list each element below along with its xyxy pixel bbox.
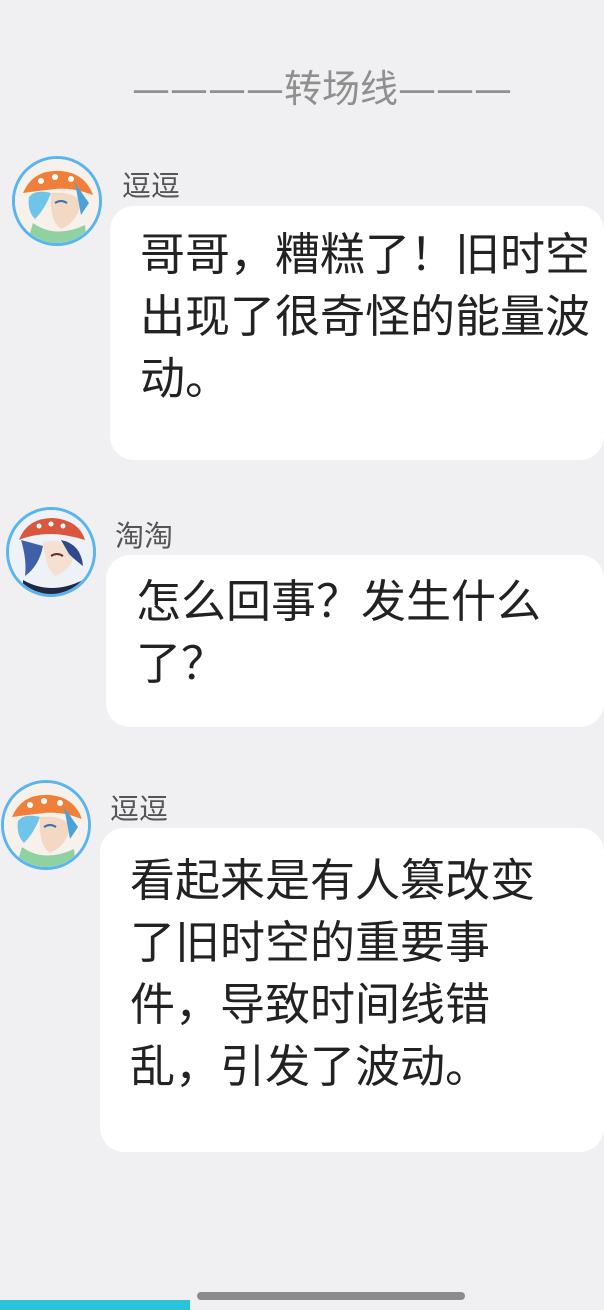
sender-name: 逗逗 (110, 792, 169, 826)
message-text: 哥哥，糟糕了！旧时空出现了很奇怪的能量波动。 (140, 228, 591, 405)
message-bubble[interactable]: 看起来是有人篡改变了旧时空的重要事件，导致时间线错乱，引发了波动。 (100, 828, 604, 1152)
sender-name: 淘淘 (115, 519, 174, 553)
avatar-taotao-icon[interactable] (6, 507, 96, 597)
scene-divider: ————转场线——— (131, 67, 512, 111)
home-indicator[interactable] (197, 1292, 465, 1300)
message-bubble[interactable]: 怎么回事？发生什么了？ (106, 555, 604, 727)
message-text: 看起来是有人篡改变了旧时空的重要事件，导致时间线错乱，引发了波动。 (130, 854, 536, 1093)
avatar-doudou-icon[interactable] (12, 156, 102, 246)
message-bubble[interactable]: 哥哥，糟糕了！旧时空出现了很奇怪的能量波动。 (110, 206, 604, 460)
sender-name: 逗逗 (122, 169, 181, 203)
avatar-doudou-icon[interactable] (1, 780, 91, 870)
message-text: 怎么回事？发生什么了？ (136, 575, 542, 690)
corner-strip (0, 1300, 190, 1310)
